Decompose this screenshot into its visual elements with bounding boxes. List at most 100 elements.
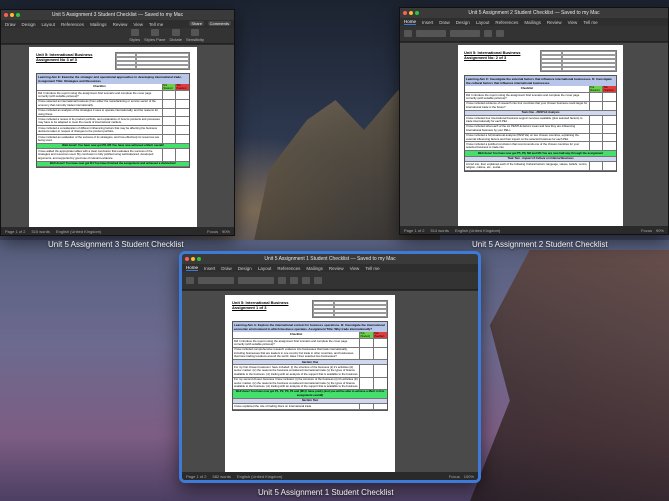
page-count[interactable]: Page 1 of 2 xyxy=(186,474,206,479)
tick-box[interactable] xyxy=(175,91,189,99)
tick-box[interactable] xyxy=(373,404,387,409)
zoom-level[interactable]: 90% xyxy=(222,229,230,234)
tick-box[interactable] xyxy=(161,135,176,143)
tab-draw[interactable]: Draw xyxy=(5,22,16,27)
tick-box[interactable] xyxy=(602,142,616,151)
comments-button[interactable]: Comments xyxy=(207,21,231,26)
word-window-assignment-1[interactable]: Unit 5 Assignment 1 Student Checklist — … xyxy=(179,251,481,483)
font-tool[interactable] xyxy=(198,277,234,284)
tick-box[interactable] xyxy=(602,116,616,124)
tab-review[interactable]: Review xyxy=(113,22,128,27)
tab-tell-me[interactable]: Tell me xyxy=(365,266,379,271)
share-button[interactable]: Share xyxy=(189,21,204,26)
tab-references[interactable]: References xyxy=(495,20,518,25)
tick-box[interactable] xyxy=(602,133,616,142)
paste-tool[interactable] xyxy=(404,30,412,37)
paragraph-tool[interactable] xyxy=(450,30,480,37)
word-window-assignment-2[interactable]: Unit 5 Assignment 2 Student Checklist — … xyxy=(399,7,669,235)
dictate-tool[interactable] xyxy=(302,277,310,284)
tick-box[interactable] xyxy=(588,101,603,110)
page-count[interactable]: Page 1 of 2 xyxy=(5,229,25,234)
close-button[interactable] xyxy=(4,13,8,17)
tick-box[interactable] xyxy=(175,99,189,108)
tick-box[interactable] xyxy=(373,365,387,377)
tick-box[interactable] xyxy=(588,142,603,151)
minimize-button[interactable] xyxy=(191,257,195,261)
document-page[interactable]: Unit 5: International Business Assignmen… xyxy=(29,47,197,227)
zoom-level[interactable]: 90% xyxy=(656,228,664,233)
tick-box[interactable] xyxy=(161,99,176,108)
tick-box[interactable] xyxy=(161,117,176,126)
tick-box[interactable] xyxy=(373,377,387,389)
tick-box[interactable] xyxy=(588,133,603,142)
window-caption-assignment-2[interactable]: Unit 5 Assignment 2 Student Checklist xyxy=(472,240,608,249)
tab-draw[interactable]: Draw xyxy=(439,20,450,25)
zoom-button[interactable] xyxy=(415,11,419,15)
tab-tell-me[interactable]: Tell me xyxy=(149,22,163,27)
tick-box[interactable] xyxy=(175,117,189,126)
tick-box[interactable] xyxy=(588,93,603,101)
tick-box[interactable] xyxy=(359,404,373,409)
tick-box[interactable] xyxy=(175,135,189,143)
minimize-button[interactable] xyxy=(10,13,14,17)
document-page[interactable]: Unit 5: International Business Assignmen… xyxy=(458,45,623,226)
zoom-button[interactable] xyxy=(197,257,201,261)
tab-design[interactable]: Design xyxy=(456,20,470,25)
language-indicator[interactable]: English (United Kingdom) xyxy=(237,474,282,479)
tick-box[interactable] xyxy=(602,101,616,110)
sensitivity-tool[interactable]: Sensitivity xyxy=(186,29,204,42)
title-bar[interactable]: Unit 5 Assignment 3 Student Checklist — … xyxy=(1,10,234,20)
tick-box[interactable] xyxy=(359,377,373,389)
word-count[interactable]: 582 words xyxy=(212,474,230,479)
zoom-level[interactable]: 100% xyxy=(464,474,474,479)
tick-box[interactable] xyxy=(588,162,603,170)
tab-references[interactable]: References xyxy=(277,266,300,271)
tick-box[interactable] xyxy=(588,124,603,133)
tab-tell-me[interactable]: Tell me xyxy=(583,20,597,25)
tab-view[interactable]: View xyxy=(568,20,578,25)
tick-box[interactable] xyxy=(602,124,616,133)
title-bar[interactable]: Unit 5 Assignment 1 Student Checklist — … xyxy=(182,254,478,264)
font-tool[interactable] xyxy=(416,30,446,37)
page-count[interactable]: Page 1 of 2 xyxy=(404,228,424,233)
tab-mailings[interactable]: Mailings xyxy=(524,20,541,25)
document-canvas[interactable]: Unit 5: International Business Assignmen… xyxy=(1,45,234,227)
word-count[interactable]: 515 words xyxy=(31,229,49,234)
paste-tool[interactable] xyxy=(186,277,194,284)
close-button[interactable] xyxy=(185,257,189,261)
tick-box[interactable] xyxy=(161,91,176,99)
dictate-tool[interactable] xyxy=(496,30,504,37)
tab-review[interactable]: Review xyxy=(329,266,344,271)
tab-design[interactable]: Design xyxy=(22,22,36,27)
close-button[interactable] xyxy=(403,11,407,15)
styles-tool[interactable] xyxy=(484,30,492,37)
window-caption-assignment-3[interactable]: Unit 5 Assignment 3 Student Checklist xyxy=(48,240,184,249)
tab-layout[interactable]: Layout xyxy=(258,266,272,271)
tick-box[interactable] xyxy=(373,347,387,360)
document-page[interactable]: Unit 5: International Business Assignmen… xyxy=(225,295,395,472)
tick-box[interactable] xyxy=(161,149,176,161)
tab-mailings[interactable]: Mailings xyxy=(306,266,323,271)
tab-references[interactable]: References xyxy=(61,22,84,27)
zoom-button[interactable] xyxy=(16,13,20,17)
tick-box[interactable] xyxy=(161,126,176,135)
language-indicator[interactable]: English (United Kingdom) xyxy=(56,229,101,234)
sensitivity-tool[interactable] xyxy=(314,277,322,284)
styles-tool[interactable]: Styles xyxy=(129,29,140,42)
tick-box[interactable] xyxy=(602,162,616,170)
minimize-button[interactable] xyxy=(409,11,413,15)
tab-layout[interactable]: Layout xyxy=(42,22,56,27)
tick-box[interactable] xyxy=(175,149,189,161)
tick-box[interactable] xyxy=(161,108,176,117)
tab-draw[interactable]: Draw xyxy=(221,266,232,271)
tick-box[interactable] xyxy=(602,93,616,101)
focus-button[interactable]: Focus xyxy=(449,474,460,479)
focus-button[interactable]: Focus xyxy=(641,228,652,233)
tick-box[interactable] xyxy=(175,108,189,117)
tab-home[interactable]: Home xyxy=(186,265,199,271)
tick-box[interactable] xyxy=(359,365,373,377)
tab-home[interactable]: Home xyxy=(404,19,417,25)
tab-insert[interactable]: Insert xyxy=(204,266,215,271)
tick-box[interactable] xyxy=(359,347,373,360)
tick-box[interactable] xyxy=(359,339,373,347)
